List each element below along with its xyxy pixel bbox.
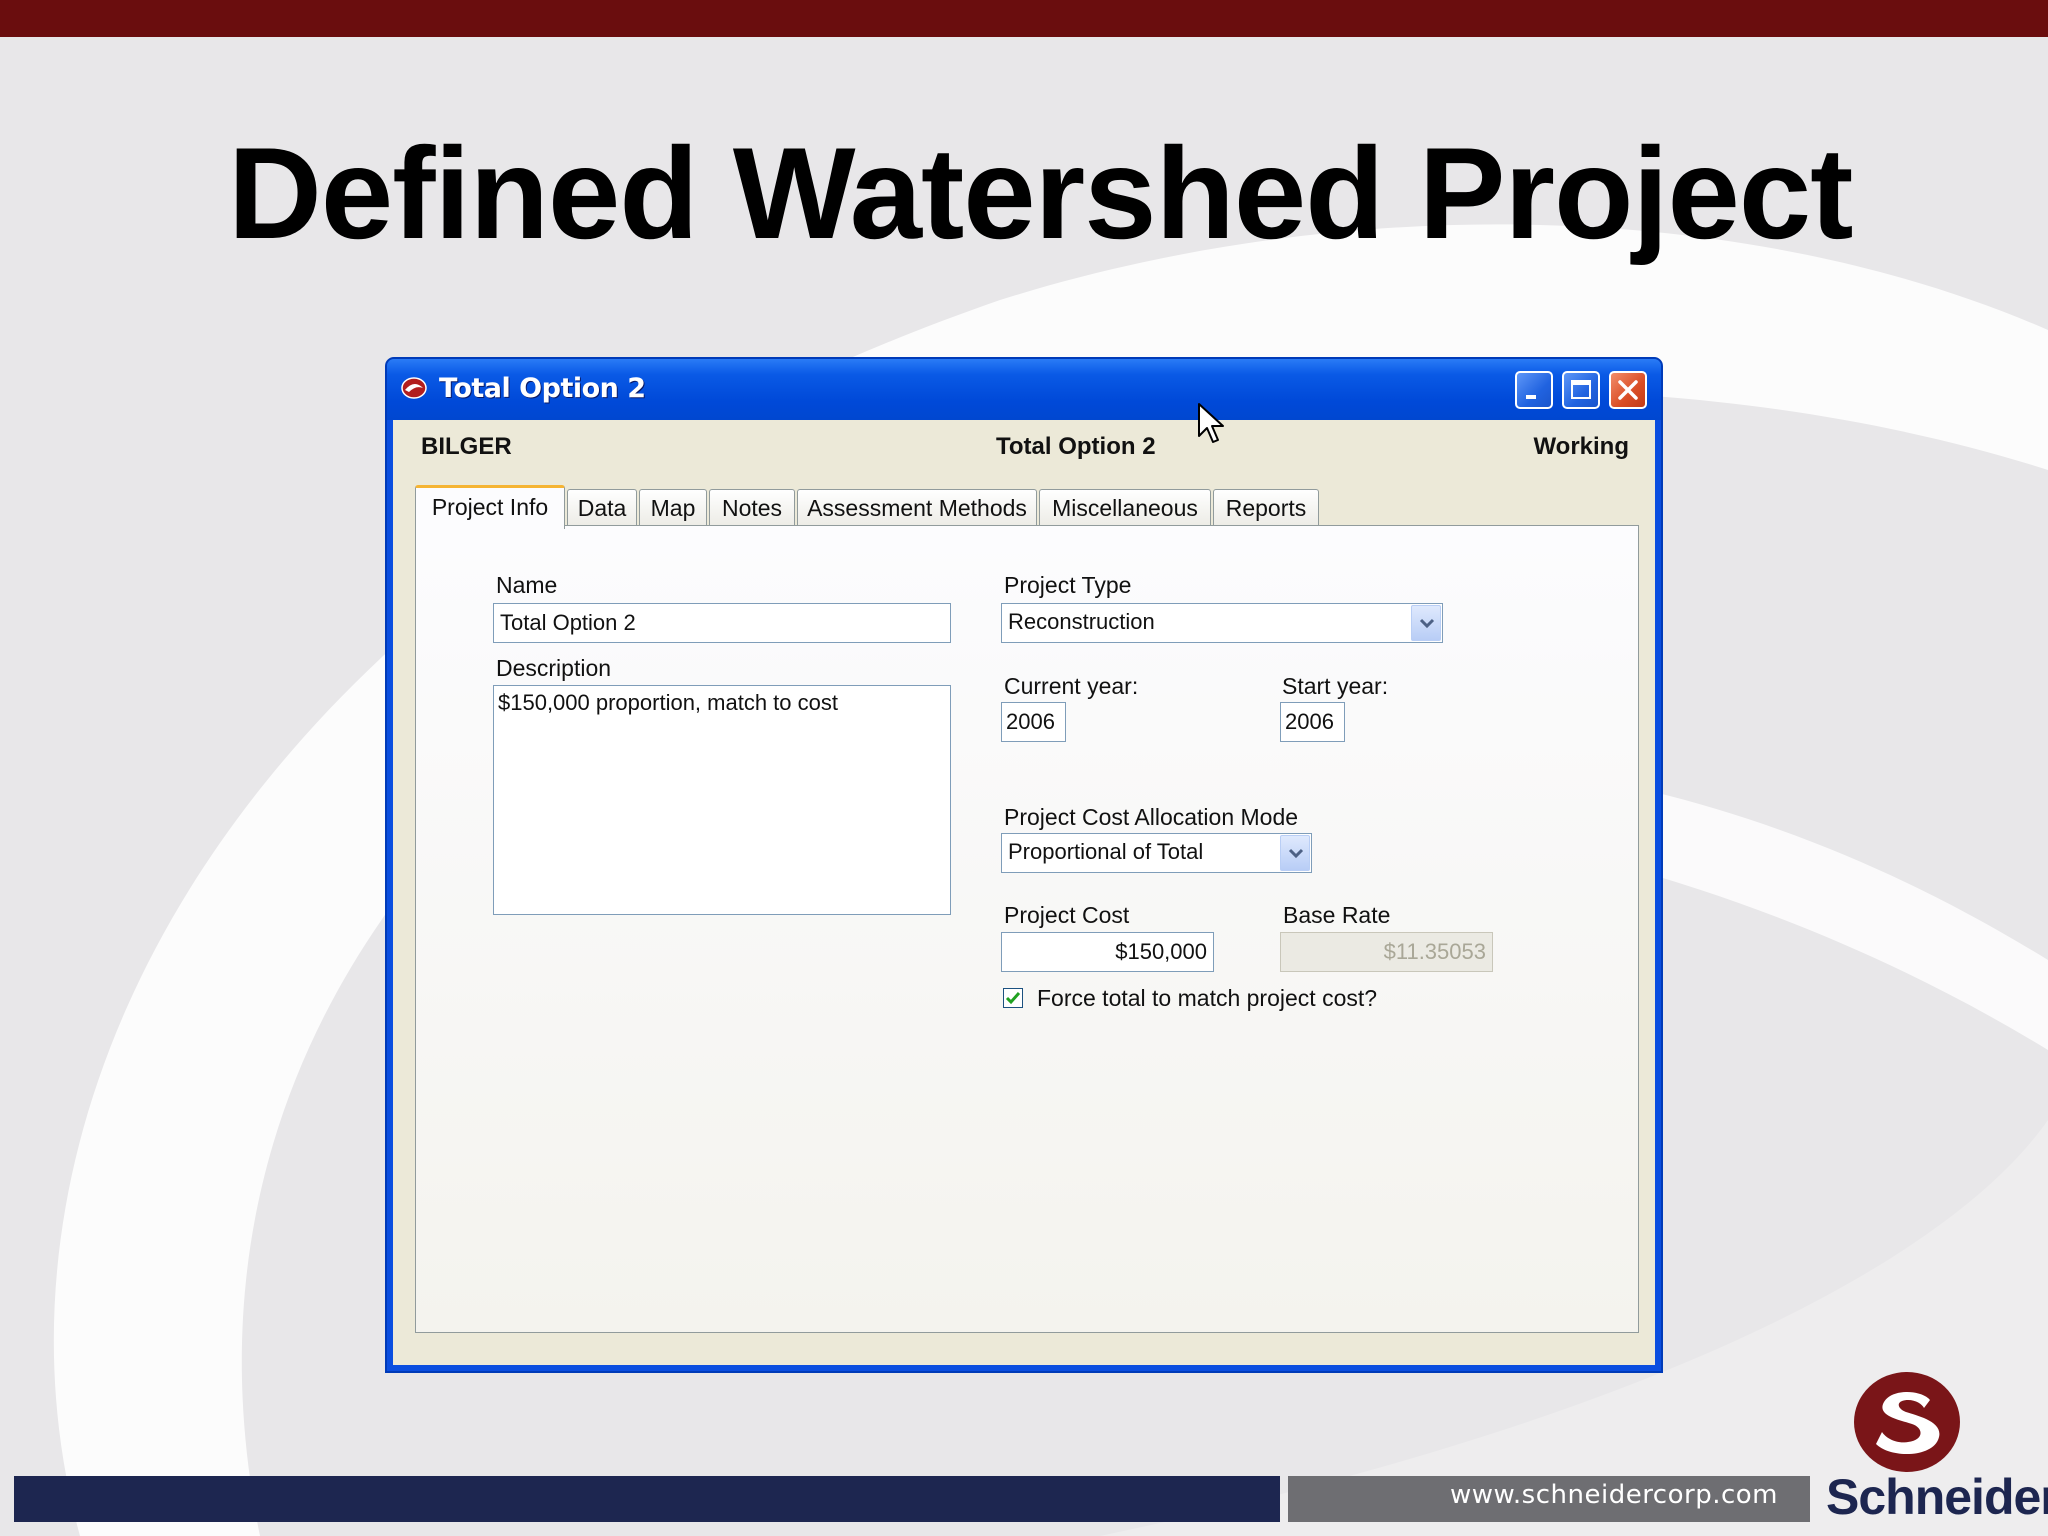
- tab-assessment-methods[interactable]: Assessment Methods: [797, 489, 1037, 527]
- slide-top-bar: [0, 0, 2048, 37]
- maximize-icon: [1571, 380, 1591, 399]
- start-year-label: Start year:: [1282, 673, 1389, 699]
- project-window: Total Option 2 BILGER Total Option 2 Wor…: [385, 357, 1663, 1373]
- maximize-button[interactable]: [1562, 371, 1600, 409]
- header-project-name: Total Option 2: [996, 433, 1156, 460]
- checkmark-icon: [1005, 992, 1021, 1005]
- name-input[interactable]: [493, 603, 951, 643]
- minimize-button[interactable]: [1515, 371, 1553, 409]
- footer-website-link[interactable]: www.schneidercorp.com: [1450, 1480, 1778, 1510]
- tab-miscellaneous[interactable]: Miscellaneous: [1039, 489, 1211, 527]
- window-client-area: BILGER Total Option 2 Working Project In…: [393, 420, 1655, 1365]
- force-total-checkbox[interactable]: [1003, 988, 1023, 1008]
- window-title: Total Option 2: [439, 373, 646, 404]
- project-cost-label: Project Cost: [1004, 902, 1130, 928]
- project-cost-input[interactable]: [1001, 932, 1214, 972]
- project-type-dropdown-button[interactable]: [1411, 605, 1441, 641]
- schneider-logo-icon: [1854, 1372, 1960, 1472]
- tab-notes[interactable]: Notes: [709, 489, 795, 527]
- chevron-down-icon: [1419, 618, 1435, 629]
- base-rate-input: [1280, 932, 1493, 972]
- minimize-icon: [1526, 395, 1536, 399]
- tab-map[interactable]: Map: [639, 489, 707, 527]
- close-button[interactable]: [1609, 371, 1647, 409]
- allocation-mode-value: Proportional of Total: [1008, 839, 1204, 864]
- project-type-select[interactable]: Reconstruction: [1001, 603, 1443, 643]
- header-status: Working: [1533, 433, 1629, 460]
- current-year-label: Current year:: [1004, 673, 1139, 699]
- allocation-mode-label: Project Cost Allocation Mode: [1004, 804, 1299, 830]
- project-type-label: Project Type: [1004, 572, 1132, 598]
- tab-reports[interactable]: Reports: [1213, 489, 1319, 527]
- current-year-input[interactable]: [1001, 702, 1066, 742]
- force-total-label[interactable]: Force total to match project cost?: [1037, 985, 1377, 1012]
- name-label: Name: [496, 572, 558, 598]
- project-type-value: Reconstruction: [1008, 609, 1155, 634]
- base-rate-label: Base Rate: [1283, 902, 1391, 928]
- project-info-panel: Name Description $150,000 proportion, ma…: [415, 525, 1639, 1333]
- description-textarea[interactable]: $150,000 proportion, match to cost: [493, 685, 951, 915]
- allocation-mode-dropdown-button[interactable]: [1280, 835, 1310, 871]
- slide-title: Defined Watershed Project: [228, 120, 1853, 266]
- schneider-logo-text: Schneider: [1826, 1469, 2048, 1525]
- allocation-mode-select[interactable]: Proportional of Total: [1001, 833, 1312, 873]
- footer-navy-bar: [14, 1476, 1280, 1522]
- close-icon: [1618, 380, 1638, 400]
- app-logo-icon: [401, 377, 427, 399]
- description-label: Description: [496, 655, 612, 681]
- window-titlebar[interactable]: Total Option 2: [387, 359, 1661, 420]
- header-district: BILGER: [421, 433, 512, 460]
- chevron-down-icon: [1288, 848, 1304, 859]
- mouse-cursor-icon: [1198, 403, 1224, 443]
- tab-project-info[interactable]: Project Info: [415, 485, 565, 529]
- tab-data[interactable]: Data: [567, 489, 637, 527]
- start-year-input[interactable]: [1280, 702, 1345, 742]
